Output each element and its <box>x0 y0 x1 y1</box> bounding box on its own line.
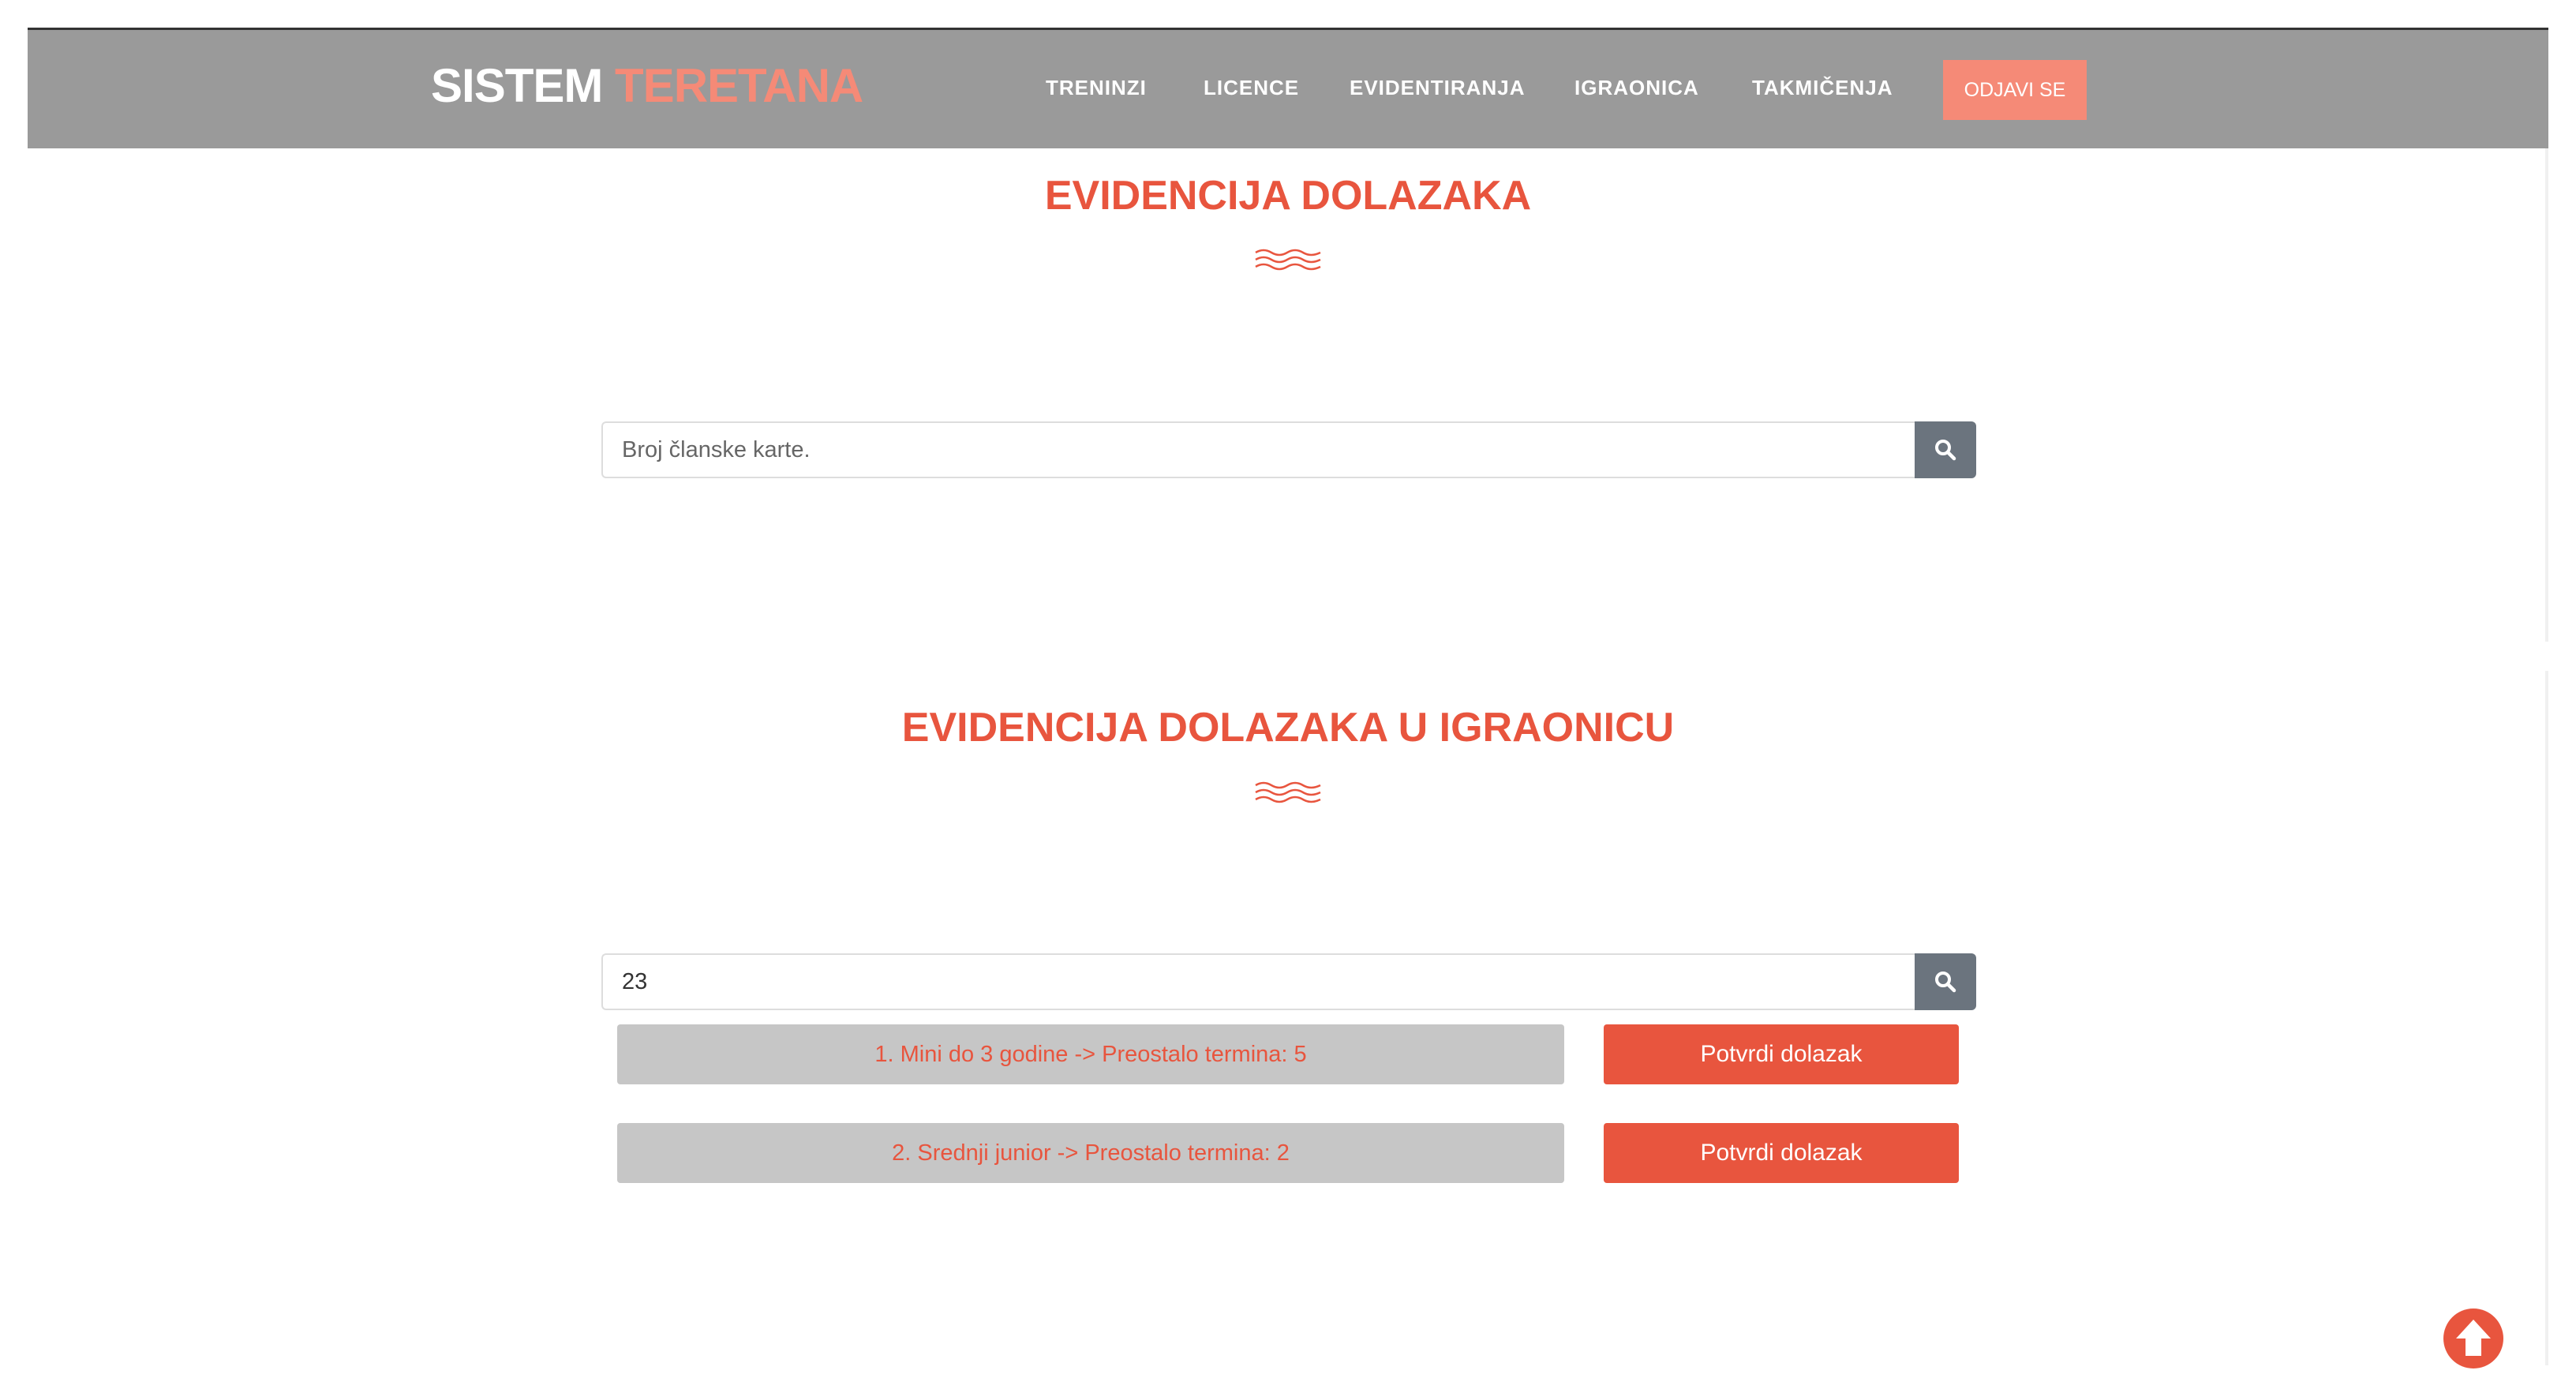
brand-part-2: TERETANA <box>615 59 863 112</box>
wave-divider-icon <box>1255 781 1321 803</box>
page-edge-divider <box>2545 148 2548 642</box>
wave-divider-icon <box>1255 249 1321 271</box>
nav-item-takmicenja[interactable]: TAKMIČENJA <box>1752 76 1893 100</box>
section-title-igraonica: EVIDENCIJA DOLAZAKA U IGRAONICU <box>901 705 1675 751</box>
nav-item-licence[interactable]: LICENCE <box>1204 76 1299 100</box>
member-card-search-button[interactable] <box>1915 421 1976 478</box>
search-icon <box>1935 972 1956 993</box>
brand-logo[interactable]: SISTEM TERETANA <box>431 58 863 113</box>
playroom-search-button[interactable] <box>1915 953 1976 1010</box>
search-icon <box>1935 440 1956 461</box>
nav-item-igraonica[interactable]: IGRAONICA <box>1574 76 1699 100</box>
nav-item-evidentiranja[interactable]: EVIDENTIRANJA <box>1350 76 1525 100</box>
member-card-search-group <box>601 421 1976 478</box>
page-edge-divider <box>2545 671 2548 1365</box>
confirm-arrival-button[interactable]: Potvrdi dolazak <box>1604 1024 1959 1084</box>
confirm-arrival-button[interactable]: Potvrdi dolazak <box>1604 1123 1959 1183</box>
nav-item-treninzi[interactable]: TRENINZI <box>1046 76 1147 100</box>
section-title-evidencija-dolazaka: EVIDENCIJA DOLAZAKA <box>1044 173 1532 219</box>
arrow-up-circle-icon[interactable] <box>2442 1307 2505 1370</box>
playroom-search-input[interactable] <box>601 953 1916 1010</box>
package-item: 1. Mini do 3 godine -> Preostalo termina… <box>617 1024 1564 1084</box>
brand-part-1: SISTEM <box>431 59 603 112</box>
member-card-search-input[interactable] <box>601 421 1916 478</box>
playroom-search-group <box>601 953 1976 1010</box>
logout-button[interactable]: ODJAVI SE <box>1943 60 2087 120</box>
package-item: 2. Srednji junior -> Preostalo termina: … <box>617 1123 1564 1183</box>
